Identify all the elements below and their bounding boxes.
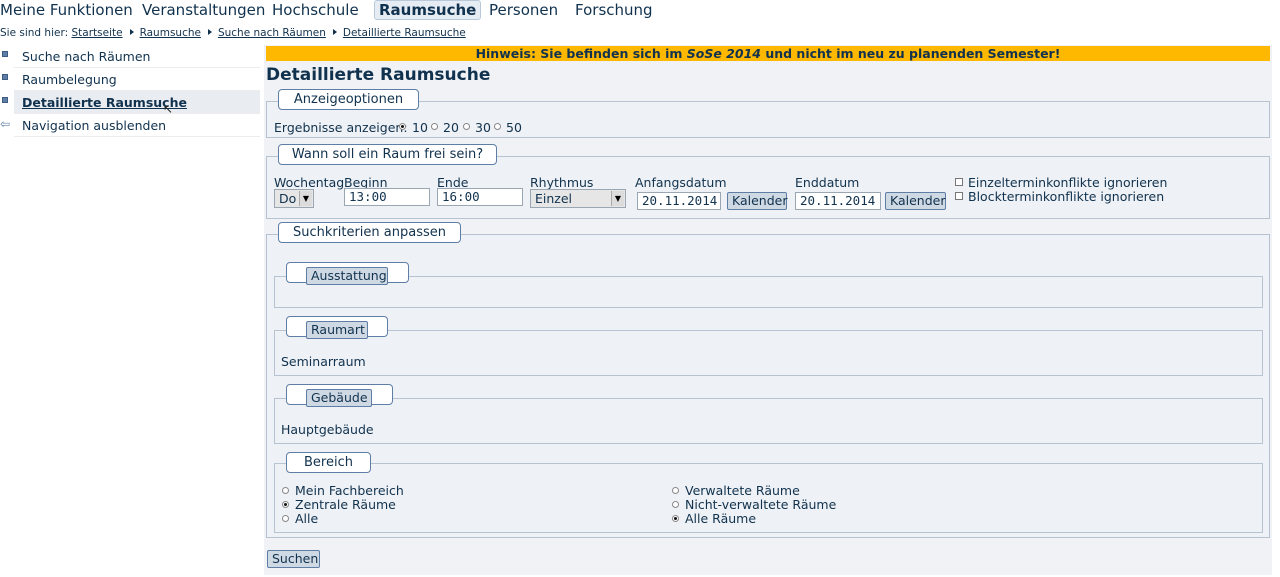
mouse-cursor-icon: ↖ xyxy=(163,102,174,116)
begin-time-input[interactable]: 13:00 xyxy=(344,188,430,206)
area-legend: Bereich xyxy=(286,452,371,473)
area-mein-fachbereich-radio[interactable] xyxy=(282,487,289,494)
ignore-single-conflicts-label: Einzelterminkonflikte ignorieren xyxy=(968,175,1168,190)
area-alle-radio[interactable] xyxy=(282,515,289,522)
page-title: Detaillierte Raumsuche xyxy=(266,65,491,85)
weekday-value: Do xyxy=(279,191,297,206)
display-options-legend: Anzeigeoptionen xyxy=(278,89,419,110)
equipment-button[interactable]: Ausstattung xyxy=(306,267,388,285)
arrow-left-icon: ⇦ xyxy=(0,117,11,131)
search-button[interactable]: Suchen xyxy=(267,550,320,568)
breadcrumb-arrow-icon xyxy=(207,29,212,35)
nav-meine-funktionen[interactable]: Meine Funktionen xyxy=(0,1,133,21)
criteria-legend: Suchkriterien anpassen xyxy=(278,222,461,243)
sidebar-item-label: Suche nach Räumen xyxy=(22,49,151,64)
area-alle-raeume-label: Alle Räume xyxy=(685,511,757,526)
breadcrumb-prefix: Sie sind hier: xyxy=(0,27,69,39)
end-date-input[interactable]: 20.11.2014 xyxy=(795,192,881,210)
end-time-input[interactable]: 16:00 xyxy=(437,188,523,206)
ignore-block-conflicts-label: Blockterminkonflikte ignorieren xyxy=(968,189,1165,204)
start-date-calendar-button[interactable]: Kalender xyxy=(727,192,788,210)
sidebar-item-suche-nach-raeumen[interactable]: Suche nach Räumen xyxy=(2,45,260,68)
room-type-value: Seminarraum xyxy=(281,354,366,369)
breadcrumb-detaillierte-raumsuche[interactable]: Detaillierte Raumsuche xyxy=(343,27,466,39)
area-verwaltete-raeume-radio[interactable] xyxy=(672,487,679,494)
sidebar-item-label: Raumbelegung xyxy=(22,72,117,87)
notice-prefix: Hinweis: Sie befinden sich im xyxy=(475,46,687,61)
nav-veranstaltungen[interactable]: Veranstaltungen xyxy=(142,1,265,21)
nav-hochschule[interactable]: Hochschule xyxy=(272,1,359,21)
breadcrumb: Sie sind hier: Startseite Raumsuche Suche … xyxy=(0,27,466,39)
ignore-block-conflicts-checkbox[interactable] xyxy=(955,192,963,200)
area-zentrale-raeume-radio[interactable] xyxy=(282,501,289,508)
area-alle-label: Alle xyxy=(295,511,319,526)
bullet-icon xyxy=(2,97,8,103)
results-50-radio[interactable] xyxy=(494,123,501,130)
building-section xyxy=(274,398,1263,444)
area-nicht-verwaltete-raeume-label: Nicht-verwaltete Räume xyxy=(685,497,837,512)
results-10-radio[interactable] xyxy=(399,123,406,130)
area-verwaltete-raeume-label: Verwaltete Räume xyxy=(685,483,800,498)
notice-suffix: und nicht im neu zu planenden Semester! xyxy=(760,46,1061,61)
area-mein-fachbereich-label: Mein Fachbereich xyxy=(295,483,404,498)
room-type-section xyxy=(274,330,1263,376)
chevron-down-icon: ▼ xyxy=(299,191,312,206)
bullet-icon xyxy=(2,74,8,80)
rhythm-label: Rhythmus xyxy=(530,175,594,190)
results-20-radio[interactable] xyxy=(431,123,438,130)
sidebar-item-navigation-ausblenden[interactable]: ⇦ Navigation ausblenden xyxy=(0,114,260,137)
breadcrumb-arrow-icon xyxy=(129,29,134,35)
building-value: Hauptgebäude xyxy=(281,422,374,437)
results-30-label: 30 xyxy=(475,120,491,135)
area-alle-raeume-radio[interactable] xyxy=(672,515,679,522)
chevron-down-icon: ▼ xyxy=(611,191,624,206)
sidebar: Suche nach Räumen Raumbelegung Detaillie… xyxy=(0,45,262,137)
semester-notice: Hinweis: Sie befinden sich im SoSe 2014 … xyxy=(266,46,1270,61)
building-button[interactable]: Gebäude xyxy=(306,389,372,407)
results-10-label: 10 xyxy=(412,120,428,135)
results-label: Ergebnisse anzeigen: xyxy=(274,120,408,135)
sidebar-item-detaillierte-raumsuche[interactable]: Detaillierte Raumsuche xyxy=(2,91,260,114)
ignore-single-conflicts-checkbox[interactable] xyxy=(955,178,963,186)
results-20-label: 20 xyxy=(443,120,459,135)
area-zentrale-raeume-label: Zentrale Räume xyxy=(295,497,396,512)
end-date-calendar-button[interactable]: Kalender xyxy=(885,192,946,210)
breadcrumb-raumsuche[interactable]: Raumsuche xyxy=(140,27,201,39)
room-type-button[interactable]: Raumart xyxy=(306,321,368,339)
sidebar-item-raumbelegung[interactable]: Raumbelegung xyxy=(2,68,260,91)
notice-semester: SoSe 2014 xyxy=(686,46,761,61)
nav-forschung[interactable]: Forschung xyxy=(575,1,653,21)
end-date-label: Enddatum xyxy=(795,175,860,190)
nav-raumsuche[interactable]: Raumsuche xyxy=(374,0,482,20)
results-50-label: 50 xyxy=(506,120,522,135)
weekday-label: Wochentag xyxy=(274,175,345,190)
rhythm-select[interactable]: Einzel ▼ xyxy=(530,189,626,208)
main-content: Hinweis: Sie befinden sich im SoSe 2014 … xyxy=(264,45,1272,575)
rhythm-value: Einzel xyxy=(535,191,573,206)
area-nicht-verwaltete-raeume-radio[interactable] xyxy=(672,501,679,508)
breadcrumb-suche-nach-raeumen[interactable]: Suche nach Räumen xyxy=(218,27,326,39)
start-date-label: Anfangsdatum xyxy=(635,175,727,190)
availability-legend: Wann soll ein Raum frei sein? xyxy=(278,144,497,165)
equipment-section xyxy=(274,276,1263,308)
nav-personen[interactable]: Personen xyxy=(489,1,558,21)
top-navigation: Meine Funktionen Veranstaltungen Hochsch… xyxy=(0,0,1280,22)
bullet-icon xyxy=(2,51,8,57)
weekday-select[interactable]: Do ▼ xyxy=(274,189,314,208)
breadcrumb-startseite[interactable]: Startseite xyxy=(71,27,122,39)
start-date-input[interactable]: 20.11.2014 xyxy=(637,192,721,210)
breadcrumb-arrow-icon xyxy=(332,29,337,35)
results-30-radio[interactable] xyxy=(463,123,470,130)
sidebar-item-label: Navigation ausblenden xyxy=(22,118,167,133)
